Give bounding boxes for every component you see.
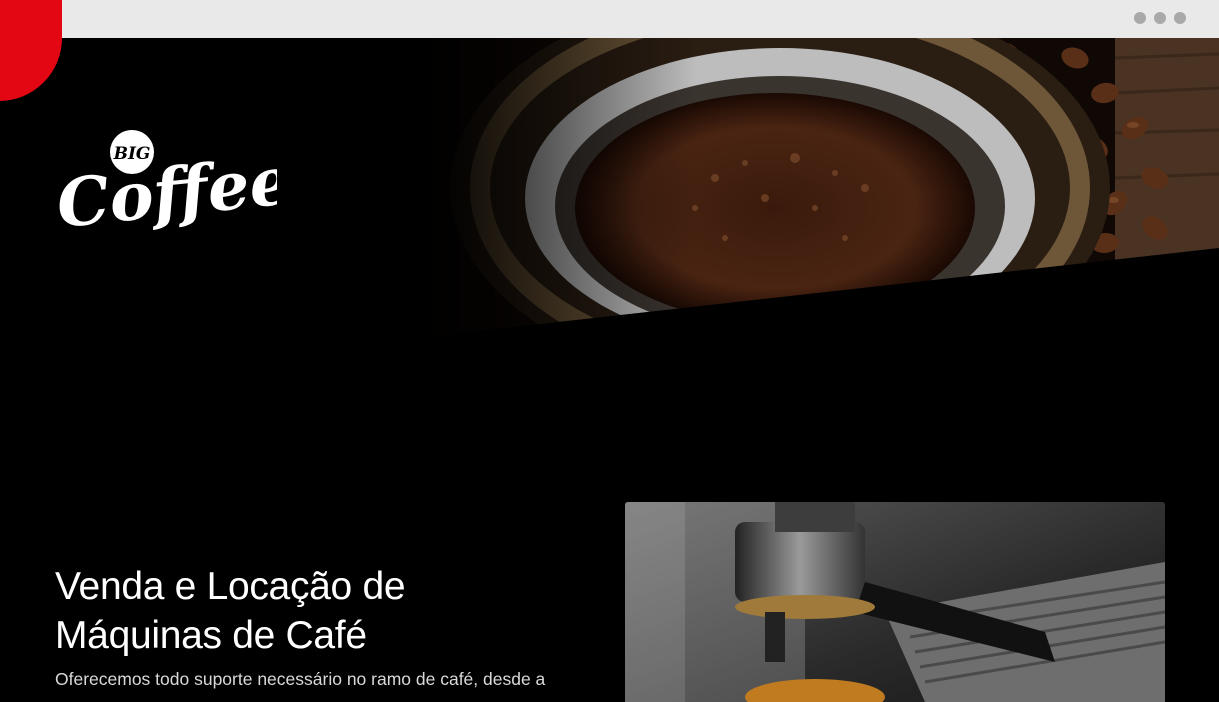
big-coffee-logo[interactable]: BIG Coffee: [53, 128, 295, 243]
logo-coffee-text: Coffee: [55, 141, 277, 236]
espresso-machine-image: [625, 502, 1165, 702]
hero-coffee-image: [415, 38, 1219, 338]
menu-button[interactable]: [0, 0, 62, 101]
browser-top-bar: [0, 0, 1219, 38]
window-controls: [1134, 12, 1186, 24]
intro-paragraph: Oferecemos todo suporte necessário no ra…: [55, 669, 546, 689]
window-dot-icon[interactable]: [1174, 12, 1186, 24]
window-dot-icon[interactable]: [1154, 12, 1166, 24]
page-title: Venda e Locação de Máquinas de Café: [55, 565, 406, 657]
window-dot-icon[interactable]: [1134, 12, 1146, 24]
